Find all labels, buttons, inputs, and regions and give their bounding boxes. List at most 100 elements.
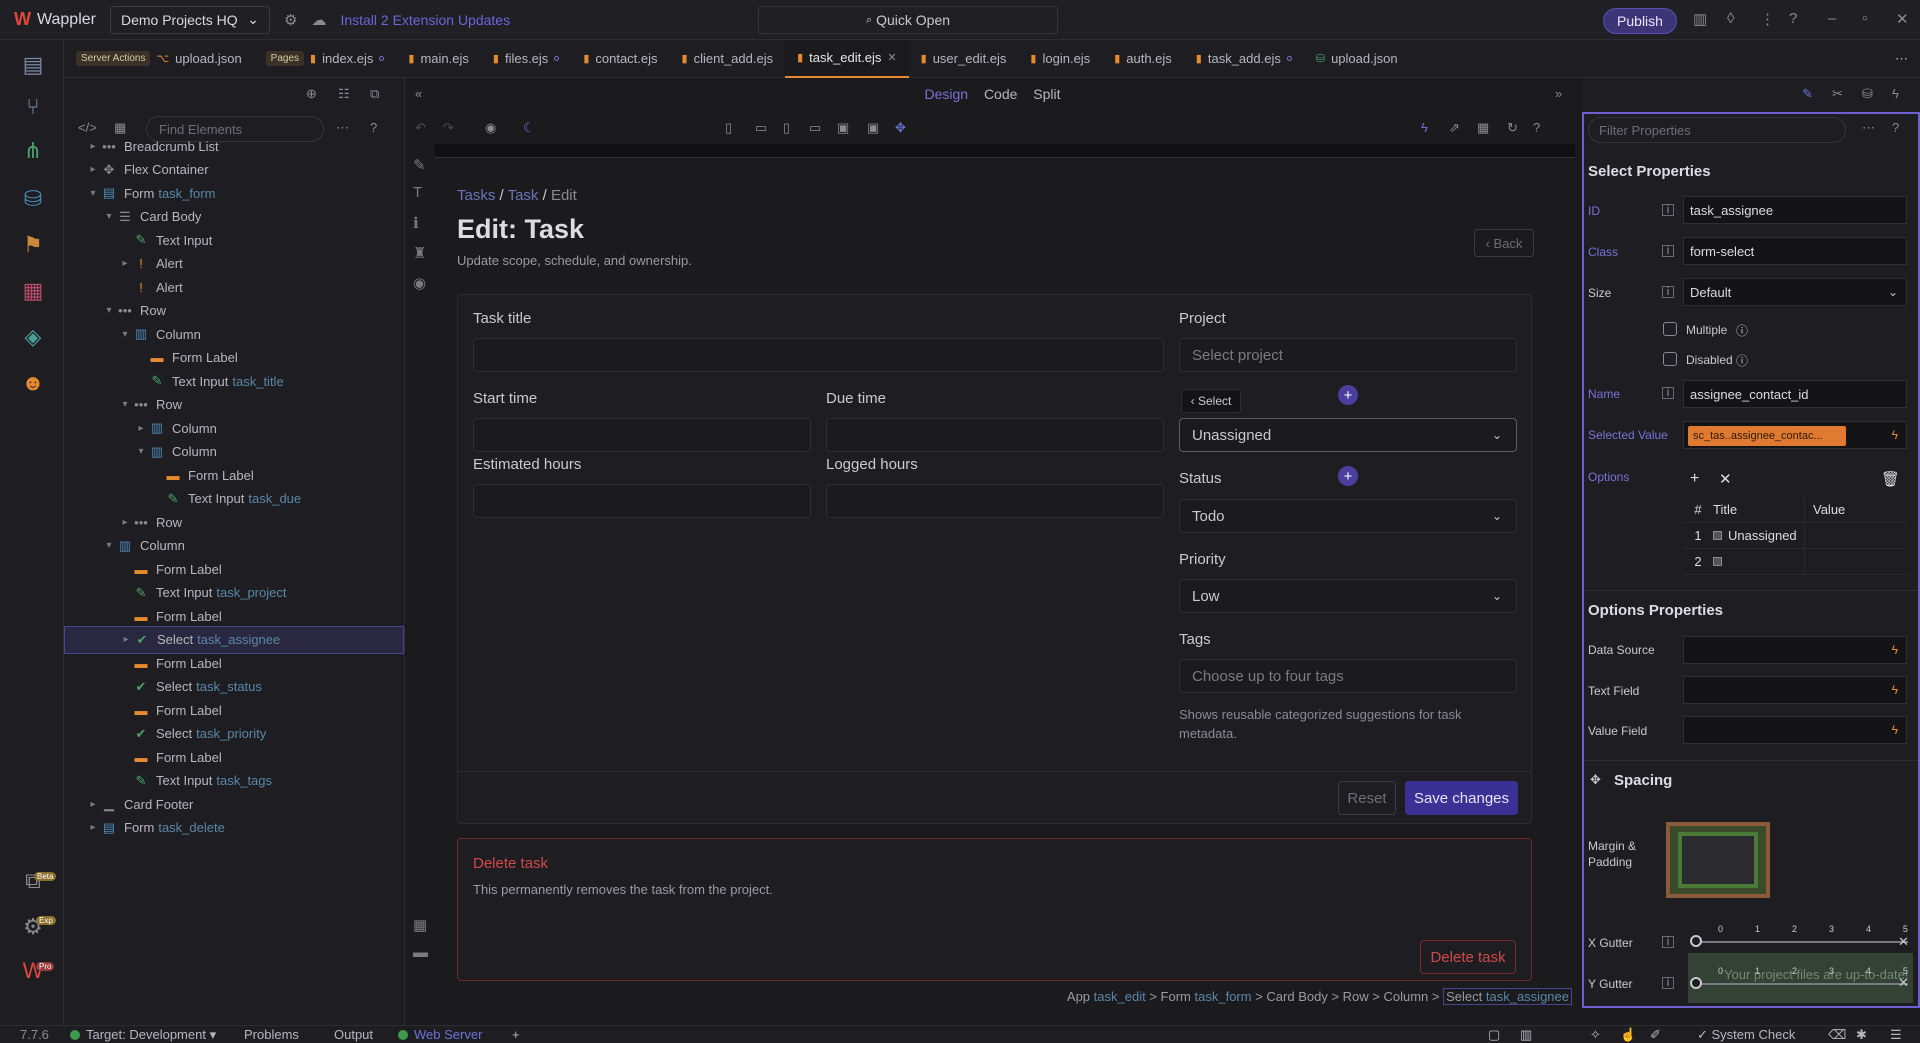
selected-value-binding[interactable]: sc_tas..assignee_contac... [1688,426,1846,446]
device-phone-icon[interactable]: ▯ [725,120,732,136]
info-icon[interactable]: i [1662,387,1674,399]
pages-icon[interactable]: ▤ [18,50,48,80]
tree-item[interactable]: ▸ ▤ Form task_delete [64,814,404,842]
tools-icon[interactable]: ✂ [1832,86,1843,102]
expand-toggle-icon[interactable]: ▸ [118,517,132,528]
device-desktop-icon[interactable]: ▣ [837,120,849,136]
logged-hours-input[interactable] [826,484,1164,518]
add-element-icon[interactable]: + [1338,466,1358,486]
x-gutter-slider[interactable]: 0 1 2 3 4 5 [1690,924,1908,947]
more-icon[interactable]: ⋯ [1862,120,1875,136]
project-selector[interactable]: Demo Projects HQ ⌄ [109,5,270,34]
undo-icon[interactable]: ↶ [415,120,426,136]
app-logo[interactable]: W Wappler [14,9,96,30]
menu-icon[interactable]: ☰ [1890,1027,1902,1043]
expand-toggle-icon[interactable]: ▸ [86,164,100,175]
app-structure-icon[interactable]: ⊕ [306,86,317,102]
clear-y-gutter-icon[interactable]: ✕ [1898,975,1909,991]
dark-mode-icon[interactable]: ☾ [523,120,535,136]
selected-value-field[interactable]: sc_tas..assignee_contac... ϟ [1683,421,1907,449]
name-field[interactable]: assignee_contact_id [1683,380,1907,408]
tab-login-ejs[interactable]: ▮ login.ejs [1018,40,1102,78]
device-fluid-icon[interactable]: ✥ [895,120,906,136]
info-icon[interactable]: i [1662,977,1674,989]
close-tab-icon[interactable]: ✕ [887,51,896,64]
grid-icon[interactable]: ▦ [1477,120,1489,136]
id-field[interactable]: task_assignee [1683,196,1907,224]
slider-handle[interactable] [1690,935,1702,947]
expand-toggle-icon[interactable]: ▸ [86,822,100,833]
start-time-input[interactable] [473,418,811,452]
add-option-icon[interactable]: + [1690,470,1699,488]
collapse-right-icon[interactable]: » [1555,86,1562,101]
eraser-icon[interactable]: ⌫ [1828,1027,1846,1043]
install-updates-link[interactable]: Install 2 Extension Updates [340,12,510,28]
delete-task-button[interactable]: Delete task [1420,940,1516,974]
dynamic-data-icon[interactable]: ϟ [1892,723,1898,737]
expand-toggle-icon[interactable]: ▾ [102,211,116,222]
add-panel-icon[interactable]: + [512,1027,520,1042]
eye-icon[interactable]: ◉ [413,274,426,292]
multiple-checkbox[interactable] [1663,322,1677,336]
priority-select[interactable]: Low ⌄ [1179,579,1517,613]
expand-toggle-icon[interactable]: ▸ [86,141,100,152]
dynamic-data-icon[interactable]: ϟ [1892,643,1898,657]
tab-files-ejs[interactable]: ▮ files.ejs [481,40,571,78]
brush-icon[interactable]: ♜ [413,244,426,262]
info-icon[interactable]: ⓘ [1736,352,1748,369]
slider-track[interactable] [1690,935,1908,947]
minimize-icon[interactable]: – [1828,10,1836,27]
ruler-icon[interactable]: ▬ [413,944,428,961]
help-icon[interactable]: ? [1533,120,1540,135]
info-icon[interactable]: i [1662,936,1674,948]
expand-toggle-icon[interactable]: ▾ [118,329,132,340]
tab-task-add-ejs[interactable]: ▮ task_add.ejs [1184,40,1304,78]
dynamic-data-icon[interactable]: ϟ [1892,428,1898,442]
save-changes-button[interactable]: Save changes [1405,781,1518,815]
add-element-icon[interactable]: + [1338,385,1358,405]
edit-icon[interactable]: ✎ [413,156,426,174]
expand-toggle-icon[interactable]: ▸ [86,799,100,810]
info-icon[interactable]: i [1662,286,1674,298]
expand-toggle-icon[interactable]: ▸ [119,634,133,645]
path-select[interactable]: Select task_assignee [1443,988,1572,1005]
tree-view-icon[interactable]: ⧉ [370,86,379,102]
cloud-icon[interactable]: ☁ [311,11,326,29]
due-time-input[interactable] [826,418,1164,452]
info-icon[interactable]: i [1662,245,1674,257]
tab-auth-ejs[interactable]: ▮ auth.ejs [1102,40,1184,78]
edit-properties-icon[interactable]: ✎ [1802,86,1813,102]
tab-index-ejs[interactable]: Pages ▮ index.ejs [254,40,397,78]
tabs-more-icon[interactable]: ⋯ [1883,40,1920,78]
tab-main-ejs[interactable]: ▮ main.ejs [396,40,480,78]
layout-icon[interactable]: ▢ [1488,1027,1500,1043]
filter-properties-input[interactable]: Filter Properties [1588,117,1846,143]
redo-icon[interactable]: ↷ [443,120,454,136]
device-wide-icon[interactable]: ▣ [867,120,879,136]
reset-button[interactable]: Reset [1338,781,1396,815]
drop-icon[interactable]: ◊ [1727,10,1734,27]
layout-icon[interactable]: ▥ [1693,10,1707,28]
expand-toggle-icon[interactable]: ▾ [102,540,116,551]
share-icon[interactable]: ⇗ [1449,120,1460,136]
option-row[interactable]: 1 Unassigned [1683,522,1907,549]
tab-task-edit-ejs[interactable]: ▮ task_edit.ejs ✕ [785,39,909,78]
system-check[interactable]: ✓ System Check [1697,1027,1795,1043]
thumbs-up-icon[interactable]: ☝ [1620,1027,1636,1043]
expand-toggle-icon[interactable]: ▾ [118,399,132,410]
help-icon[interactable]: ? [1789,10,1797,27]
option-title-cell[interactable] [1713,548,1805,575]
database-icon[interactable]: ⛁ [18,184,48,214]
y-gutter-slider[interactable]: 012345 [1690,966,1908,989]
maximize-icon[interactable]: ▫ [1862,10,1867,27]
refresh-icon[interactable]: ↻ [1507,120,1518,136]
trash-icon[interactable]: 🗑 [1881,470,1900,488]
quick-open-bar[interactable]: ⌕ Quick Open [758,6,1058,34]
expand-toggle-icon[interactable]: ▾ [102,305,116,316]
back-button[interactable]: ‹ Back [1474,229,1534,257]
target-selector[interactable]: Target: Development ▾ [70,1027,216,1043]
tab-user-edit-ejs[interactable]: ▮ user_edit.ejs [909,40,1019,78]
expand-toggle-icon[interactable]: ▾ [86,188,100,199]
mode-design[interactable]: Design [924,86,968,102]
device-tablet-icon[interactable]: ▯ [783,120,790,136]
